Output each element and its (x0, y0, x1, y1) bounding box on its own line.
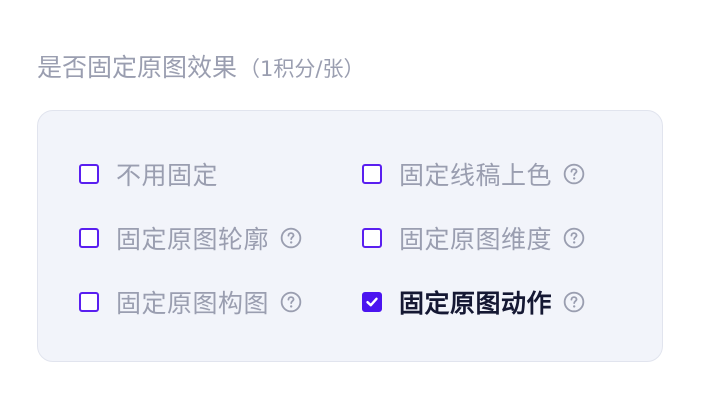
section-title-note: （1积分/张） (239, 57, 365, 81)
checkmark-icon (366, 297, 378, 307)
checkbox[interactable] (362, 292, 382, 312)
section-title: 是否固定原图效果（1积分/张） (37, 48, 364, 88)
option-lineart-coloring[interactable]: 固定线稿上色 (362, 154, 585, 194)
question-circle-icon[interactable] (563, 291, 585, 313)
question-circle-icon[interactable] (563, 163, 585, 185)
option-label: 固定原图构图 (116, 289, 270, 318)
question-circle-icon[interactable] (280, 291, 302, 313)
checkbox[interactable] (362, 164, 382, 184)
option-label: 固定原图动作 (399, 289, 553, 318)
options-panel: 不用固定 固定线稿上色 固定原图轮廓 固定原图维度 固定原图构图 固定原图动作 (37, 110, 663, 362)
checkbox[interactable] (362, 228, 382, 248)
checkbox[interactable] (79, 292, 99, 312)
option-fix-outline[interactable]: 固定原图轮廓 (79, 218, 302, 258)
option-no-fix[interactable]: 不用固定 (79, 154, 218, 194)
option-fix-pose[interactable]: 固定原图动作 (362, 282, 585, 322)
option-fix-composition[interactable]: 固定原图构图 (79, 282, 302, 322)
checkbox[interactable] (79, 164, 99, 184)
option-label: 固定原图轮廓 (116, 225, 270, 254)
checkbox[interactable] (79, 228, 99, 248)
section-title-text: 是否固定原图效果 (37, 53, 238, 82)
fix-original-effect-section: 是否固定原图效果（1积分/张） 不用固定 固定线稿上色 固定原图轮廓 固定原图维… (0, 0, 708, 412)
option-label: 不用固定 (116, 161, 219, 190)
option-label: 固定原图维度 (399, 225, 553, 254)
option-fix-dimension[interactable]: 固定原图维度 (362, 218, 585, 258)
question-circle-icon[interactable] (280, 227, 302, 249)
option-label: 固定线稿上色 (399, 161, 553, 190)
question-circle-icon[interactable] (563, 227, 585, 249)
